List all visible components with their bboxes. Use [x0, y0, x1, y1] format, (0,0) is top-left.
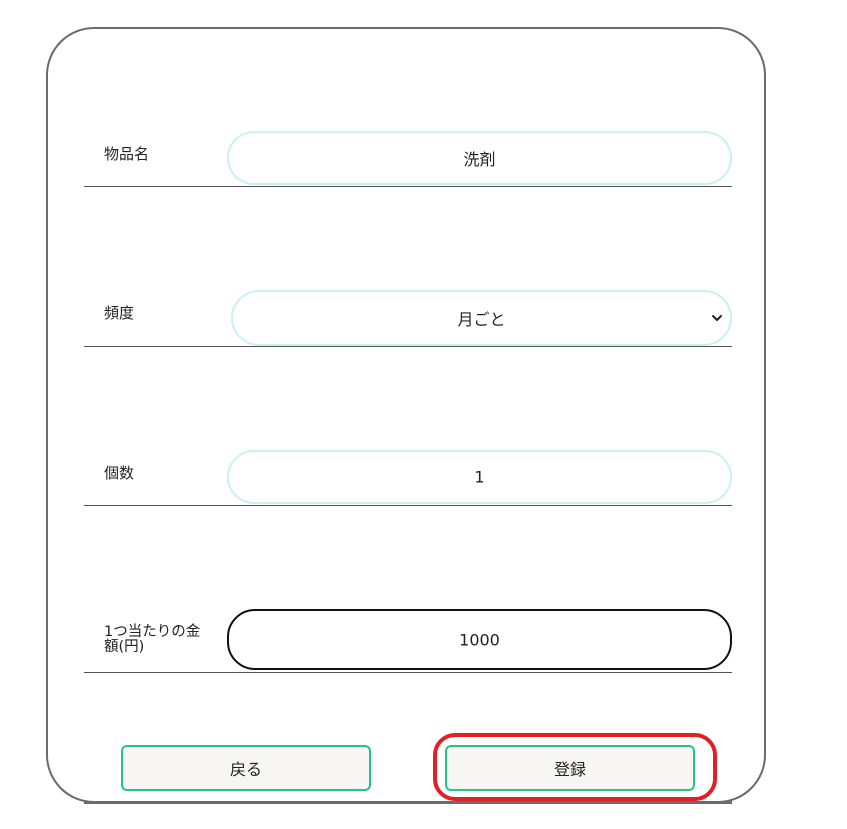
unit-price-value: 1000 [459, 630, 500, 649]
item-name-row: 物品名 洗剤 [84, 130, 732, 187]
unit-price-label: 1つ当たりの金額(円) [104, 624, 201, 655]
quantity-row: 個数 1 [84, 449, 732, 506]
item-name-value: 洗剤 [463, 150, 496, 169]
frequency-value: 月ごと [457, 310, 506, 329]
register-button[interactable]: 登録 [445, 745, 695, 791]
frequency-label: 頻度 [104, 304, 135, 322]
item-name-label: 物品名 [104, 145, 150, 163]
back-button[interactable]: 戻る [121, 745, 371, 791]
item-name-input[interactable]: 洗剤 [227, 131, 732, 185]
quantity-input[interactable]: 1 [227, 450, 732, 504]
back-button-label: 戻る [229, 760, 262, 779]
register-button-label: 登録 [553, 760, 586, 779]
quantity-value: 1 [474, 467, 485, 487]
unit-price-input[interactable]: 1000 [227, 609, 732, 670]
frequency-row: 頻度 月ごと [84, 290, 732, 347]
unit-price-row: 1つ当たりの金額(円) 1000 [84, 608, 732, 673]
quantity-label: 個数 [104, 464, 135, 482]
chevron-down-icon [712, 315, 722, 321]
card-bottom-rule [84, 801, 732, 804]
frequency-select[interactable]: 月ごと [231, 290, 732, 346]
